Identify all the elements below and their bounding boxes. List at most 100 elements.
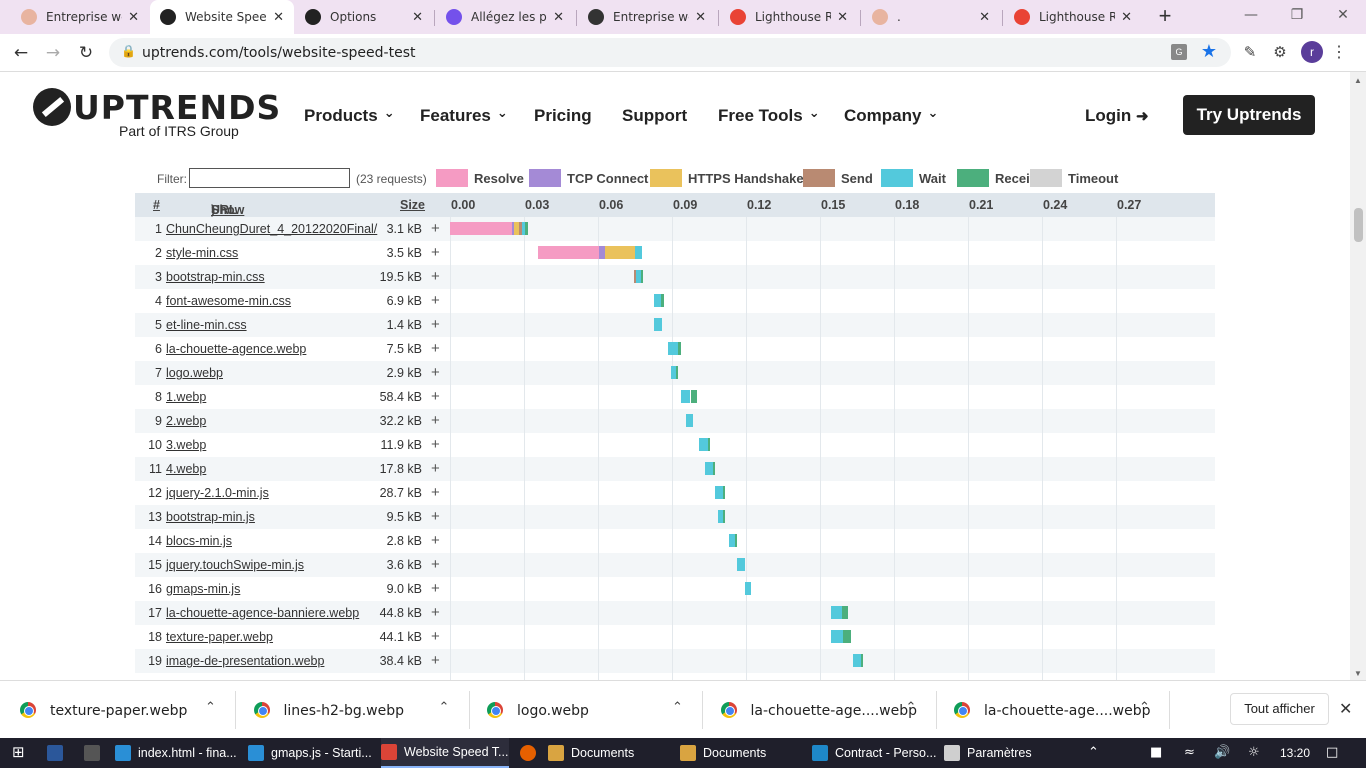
download-item[interactable]: lines-h2-bg.webp ⌃: [236, 681, 470, 739]
login-link[interactable]: Login ➜: [1085, 106, 1149, 126]
try-uptrends-button[interactable]: Try Uptrends: [1183, 95, 1315, 135]
new-tab-button[interactable]: +: [1152, 3, 1178, 29]
expand-row-icon[interactable]: +: [431, 532, 440, 549]
request-url-link[interactable]: et-line-min.css: [166, 318, 247, 332]
address-url[interactable]: uptrends.com/tools/website-speed-test: [142, 45, 415, 61]
scrollbar-thumb[interactable]: [1354, 208, 1363, 242]
nav-company[interactable]: Company ⌄: [844, 106, 938, 126]
reload-icon[interactable]: ↻: [73, 40, 99, 66]
browser-tab[interactable]: Website Speed ✕: [150, 0, 294, 34]
expand-row-icon[interactable]: +: [431, 244, 440, 261]
extension-icon[interactable]: ✎: [1240, 43, 1260, 63]
request-url-link[interactable]: jquery.touchSwipe-min.js: [166, 558, 304, 572]
nav-pricing[interactable]: Pricing: [534, 106, 592, 126]
restore-button[interactable]: ❐: [1274, 0, 1320, 30]
nav-support[interactable]: Support: [622, 106, 687, 126]
browser-tab[interactable]: Allégez les pag ✕: [436, 0, 574, 34]
expand-row-icon[interactable]: +: [431, 412, 440, 429]
col-number-header[interactable]: #: [153, 198, 160, 212]
request-url-link[interactable]: image-de-presentation.webp: [166, 654, 324, 668]
word-icon[interactable]: [47, 745, 63, 761]
volume-icon[interactable]: 🔊: [1214, 745, 1230, 760]
request-url-link[interactable]: 3.webp: [166, 438, 206, 452]
minimize-button[interactable]: —: [1228, 0, 1274, 30]
close-tab-icon[interactable]: ✕: [837, 10, 848, 25]
taskbar-app[interactable]: Documents: [548, 738, 674, 768]
chevron-up-icon[interactable]: ⌃: [205, 700, 216, 715]
expand-row-icon[interactable]: +: [431, 556, 440, 573]
request-url-link[interactable]: jquery-2.1.0-min.js: [166, 486, 269, 500]
request-url-link[interactable]: logo.webp: [166, 366, 223, 380]
show-all-downloads-button[interactable]: Tout afficher: [1230, 693, 1329, 725]
windows-start-icon[interactable]: ⊞: [12, 743, 25, 761]
expand-row-icon[interactable]: +: [431, 340, 440, 357]
clock[interactable]: 13:20: [1280, 746, 1310, 760]
scroll-up-icon[interactable]: ▲: [1354, 76, 1362, 85]
request-url-link[interactable]: 2.webp: [166, 414, 206, 428]
taskbar-app[interactable]: Website Speed T...: [381, 738, 509, 768]
browser-tab[interactable]: Options ✕: [295, 0, 433, 34]
expand-row-icon[interactable]: +: [431, 268, 440, 285]
expand-row-icon[interactable]: +: [431, 220, 440, 237]
puzzle-icon[interactable]: ⚙: [1270, 43, 1290, 63]
download-item[interactable]: la-chouette-age....webp ⌃: [703, 681, 937, 739]
taskbar-app[interactable]: Documents: [680, 738, 806, 768]
expand-row-icon[interactable]: +: [431, 652, 440, 669]
expand-row-icon[interactable]: +: [431, 484, 440, 501]
request-url-link[interactable]: bootstrap-min.css: [166, 270, 265, 284]
download-item[interactable]: la-chouette-age....webp ⌃: [936, 681, 1170, 739]
close-tab-icon[interactable]: ✕: [979, 10, 990, 25]
request-url-link[interactable]: style-min.css: [166, 246, 238, 260]
request-url-link[interactable]: font-awesome-min.css: [166, 294, 291, 308]
nav-features[interactable]: Features ⌄: [420, 106, 508, 126]
close-tab-icon[interactable]: ✕: [1121, 10, 1132, 25]
chevron-up-icon[interactable]: ⌃: [1139, 700, 1150, 715]
browser-tab[interactable]: Entreprise web ✕: [578, 0, 716, 34]
notifications-icon[interactable]: □: [1326, 745, 1338, 760]
language-icon[interactable]: ☼: [1248, 745, 1260, 760]
close-tab-icon[interactable]: ✕: [128, 10, 139, 25]
close-tab-icon[interactable]: ✕: [553, 10, 564, 25]
close-tab-icon[interactable]: ✕: [695, 10, 706, 25]
expand-row-icon[interactable]: +: [431, 460, 440, 477]
taskbar-app[interactable]: index.html - fina...: [115, 738, 243, 768]
request-url-link[interactable]: la-chouette-agence-banniere.webp: [166, 606, 359, 620]
expand-row-icon[interactable]: +: [431, 364, 440, 381]
filter-input[interactable]: [189, 168, 350, 188]
chevron-up-icon[interactable]: ⌃: [439, 700, 450, 715]
request-url-link[interactable]: 1.webp: [166, 390, 206, 404]
col-size-header[interactable]: Size: [400, 198, 425, 212]
uptrends-logo[interactable]: UPTRENDS Part of ITRS Group: [33, 88, 280, 140]
nav-free-tools[interactable]: Free Tools ⌄: [718, 106, 820, 126]
request-url-link[interactable]: 4.webp: [166, 462, 206, 476]
scroll-down-icon[interactable]: ▼: [1354, 669, 1362, 678]
taskbar-app[interactable]: gmaps.js - Starti...: [248, 738, 376, 768]
chevron-up-icon[interactable]: ⌃: [672, 700, 683, 715]
expand-row-icon[interactable]: +: [431, 388, 440, 405]
request-url-link[interactable]: la-chouette-agence.webp: [166, 342, 306, 356]
close-tab-icon[interactable]: ✕: [412, 10, 423, 25]
close-downloads-icon[interactable]: ✕: [1339, 699, 1352, 718]
taskbar-app[interactable]: Paramètres: [944, 738, 1064, 768]
download-item[interactable]: texture-paper.webp ⌃: [2, 681, 236, 739]
firefox-icon[interactable]: [520, 745, 536, 761]
terminal-icon[interactable]: [84, 745, 100, 761]
expand-row-icon[interactable]: +: [431, 604, 440, 621]
download-item[interactable]: logo.webp ⌃: [469, 681, 703, 739]
browser-tab[interactable]: Lighthouse Rep ✕: [1004, 0, 1142, 34]
browser-tab[interactable]: Lighthouse Rep ✕: [720, 0, 858, 34]
back-icon[interactable]: ←: [8, 40, 34, 66]
expand-row-icon[interactable]: +: [431, 316, 440, 333]
expand-row-icon[interactable]: +: [431, 628, 440, 645]
request-url-link[interactable]: texture-paper.webp: [166, 630, 273, 644]
address-bar[interactable]: 🔒 uptrends.com/tools/website-speed-test …: [109, 38, 1231, 67]
expand-row-icon[interactable]: +: [431, 580, 440, 597]
close-window-button[interactable]: ✕: [1320, 0, 1366, 30]
tray-expand-icon[interactable]: ⌃: [1088, 745, 1099, 760]
chevron-up-icon[interactable]: ⌃: [906, 700, 917, 715]
request-url-link[interactable]: gmaps-min.js: [166, 582, 240, 596]
bookmark-star-icon[interactable]: ★: [1201, 41, 1217, 62]
taskbar-app[interactable]: Contract - Perso...: [812, 738, 938, 768]
request-url-link[interactable]: blocs-min.js: [166, 534, 232, 548]
browser-tab[interactable]: . ✕: [862, 0, 1000, 34]
